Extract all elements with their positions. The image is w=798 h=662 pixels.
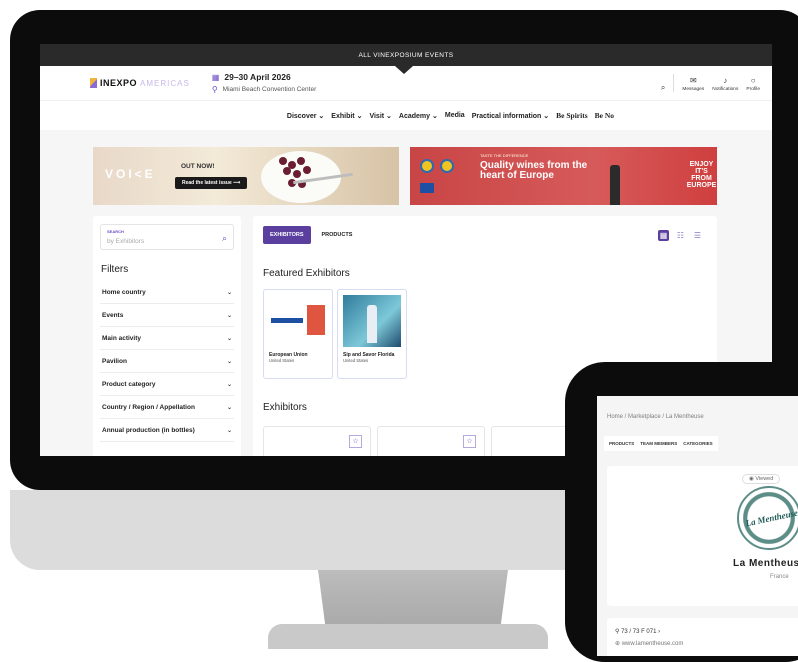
exhibitor-name: La Mentheuse bbox=[733, 558, 798, 569]
breadcrumb[interactable]: Home / Marketplace / La Mentheuse bbox=[607, 414, 704, 420]
exhibitor-country: France bbox=[770, 574, 789, 580]
location-pin-icon: ⚲ bbox=[615, 629, 620, 635]
tablet-tabs: PRODUCTS TEAM MEMBERS CATEGORIES bbox=[604, 436, 718, 451]
site-logo[interactable]: INEXPO AMERICAS bbox=[90, 78, 190, 88]
eye-icon: ◉ bbox=[749, 476, 754, 482]
header-actions: ⌕ ✉ Messages ♪ Notifications ○ Profile bbox=[661, 74, 760, 92]
messages-label: Messages bbox=[682, 87, 705, 92]
tablet-screen: Home / Marketplace / La Mentheuse PRODUC… bbox=[597, 396, 798, 656]
location-pin-icon: ⚲ bbox=[211, 85, 218, 94]
logo-sub-text: AMERICAS bbox=[140, 78, 190, 88]
imac-stand-foot bbox=[268, 624, 548, 649]
imac-stand-neck bbox=[318, 570, 508, 628]
viewed-badge: ◉ Viewed bbox=[742, 474, 781, 484]
notifications-button[interactable]: ♪ Notifications bbox=[712, 76, 739, 93]
logo-main-text: INEXPO bbox=[100, 78, 138, 88]
nav-practical-information[interactable]: Practical information ⌄ bbox=[472, 112, 549, 120]
nav-bespirits-logo[interactable]: Be Spirits bbox=[556, 111, 587, 120]
event-info: ▦ 29–30 April 2026 ⚲ Miami Beach Convent… bbox=[212, 72, 316, 94]
logo-mark-icon bbox=[90, 78, 97, 88]
nav-visit[interactable]: Visit ⌄ bbox=[369, 112, 391, 120]
phone-link[interactable]: ⚲ 73 / 73 F 071 › bbox=[615, 628, 660, 635]
search-icon: ⌕ bbox=[660, 83, 666, 92]
profile-button[interactable]: ○ Profile bbox=[746, 76, 760, 93]
messages-button[interactable]: ✉ Messages bbox=[682, 76, 705, 93]
header-divider bbox=[673, 74, 675, 92]
nav-academy[interactable]: Academy ⌄ bbox=[399, 112, 438, 120]
search-button[interactable]: ⌕ bbox=[661, 84, 665, 92]
nav-media[interactable]: Media bbox=[445, 112, 465, 119]
contact-card: ⚲ 73 / 73 F 071 › ⊕ www.lamentheuse.com bbox=[607, 618, 798, 656]
bell-icon: ♪ bbox=[723, 76, 728, 85]
profile-label: Profile bbox=[746, 87, 760, 92]
globe-icon: ⊕ bbox=[615, 641, 621, 647]
notifications-label: Notifications bbox=[712, 87, 739, 92]
envelope-icon: ✉ bbox=[689, 76, 697, 85]
website-link[interactable]: ⊕ www.lamentheuse.com bbox=[615, 640, 683, 647]
announcement-notch bbox=[395, 66, 413, 74]
event-venue: Miami Beach Convention Center bbox=[222, 86, 317, 93]
tab-products[interactable]: PRODUCTS bbox=[609, 441, 634, 446]
nav-exhibit[interactable]: Exhibit ⌄ bbox=[331, 112, 362, 120]
calendar-icon: ▦ bbox=[211, 72, 220, 82]
user-icon: ○ bbox=[750, 76, 756, 85]
event-date: 29–30 April 2026 bbox=[224, 72, 291, 82]
nav-beno-logo[interactable]: Be No bbox=[595, 111, 614, 120]
nav-discover[interactable]: Discover ⌄ bbox=[287, 112, 324, 120]
exhibitor-profile-card: ◉ Viewed La Mentheuse La Mentheuse Franc… bbox=[607, 466, 798, 606]
tab-categories[interactable]: CATEGORIES bbox=[683, 441, 712, 446]
tab-team-members[interactable]: TEAM MEMBERS bbox=[640, 441, 677, 446]
announcement-text[interactable]: ALL VINEXPOSIUM EVENTS bbox=[359, 52, 454, 59]
main-nav: Discover ⌄ Exhibit ⌄ Visit ⌄ Academy ⌄ M… bbox=[40, 100, 772, 130]
announcement-bar[interactable]: ALL VINEXPOSIUM EVENTS bbox=[40, 44, 772, 74]
